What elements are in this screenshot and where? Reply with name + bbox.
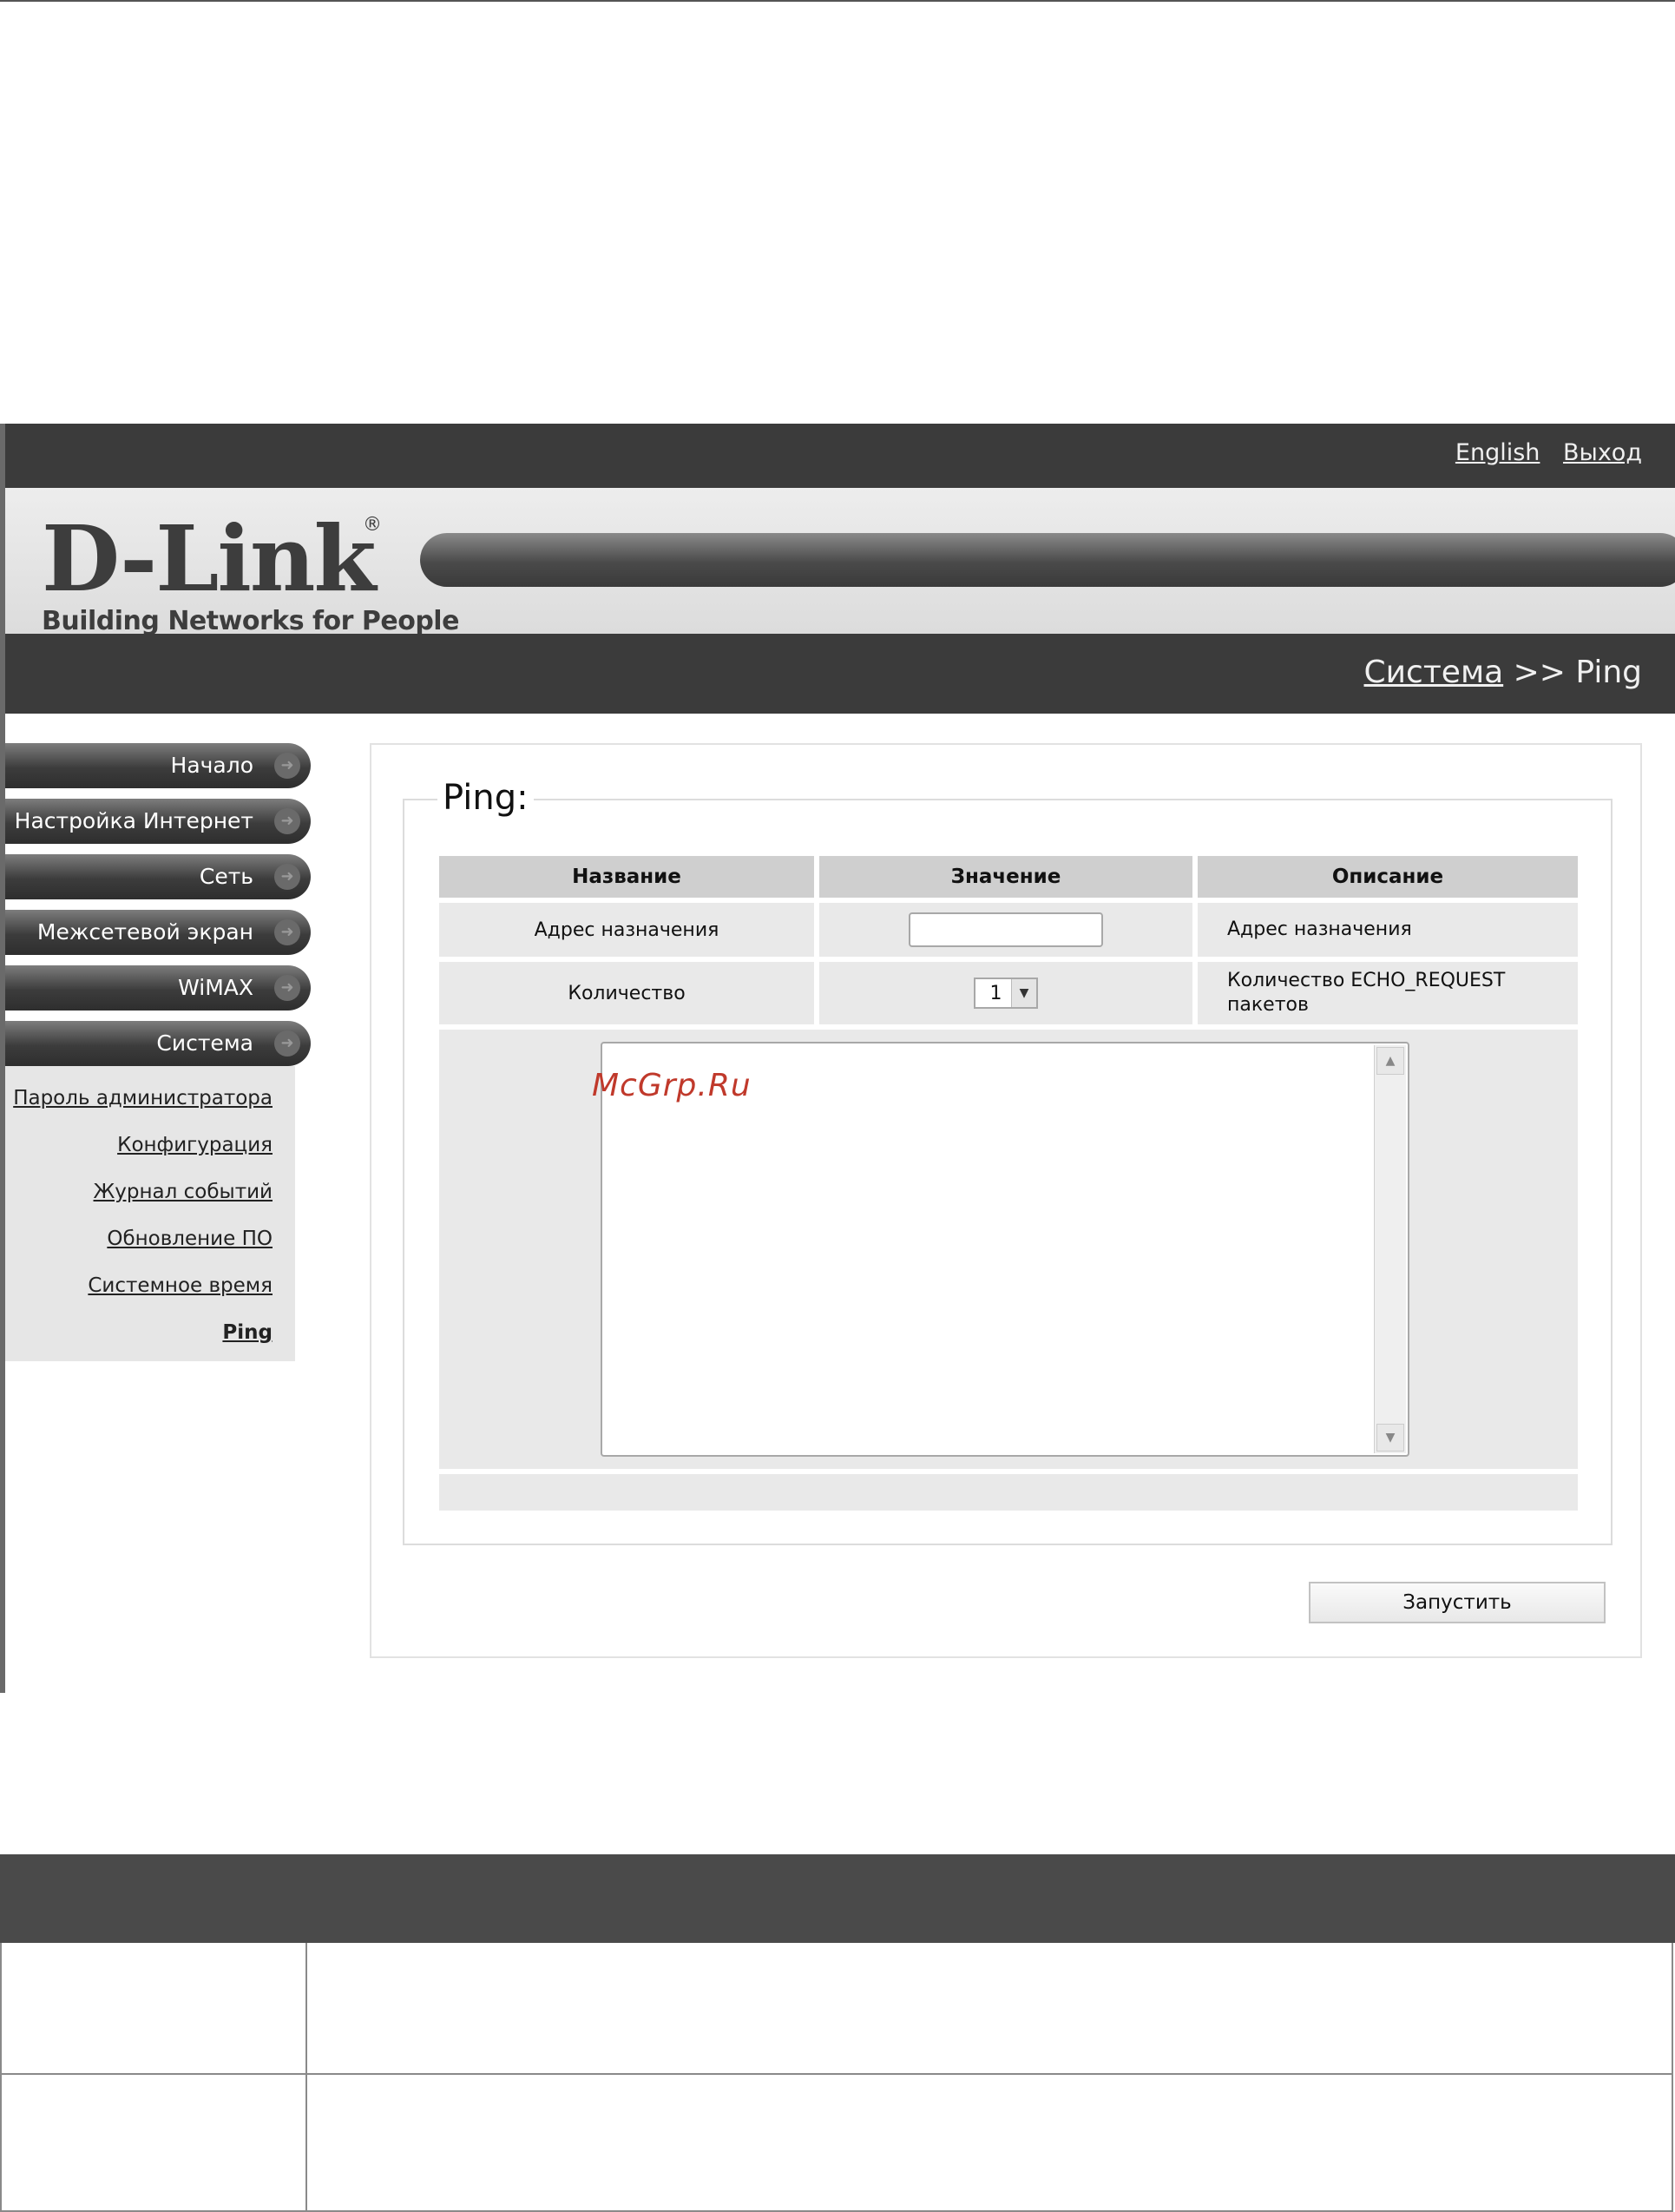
breadcrumb: Система >> Ping xyxy=(1364,655,1643,690)
ping-output-textarea[interactable]: ▲ ▼ xyxy=(601,1042,1409,1457)
submenu-item-event-log[interactable]: Журнал событий xyxy=(5,1169,295,1215)
run-button[interactable]: Запустить xyxy=(1309,1582,1606,1623)
count-select[interactable]: 1 ▼ xyxy=(974,978,1038,1009)
sidebar-item-label: Межсетевой экран xyxy=(36,919,253,945)
count-description: Количество ECHO_REQUEST пакетов xyxy=(1227,970,1506,1016)
destination-description: Адрес назначения xyxy=(1227,918,1412,940)
output-scrollbar[interactable]: ▲ ▼ xyxy=(1374,1045,1406,1453)
destination-address-input[interactable] xyxy=(909,912,1103,947)
document-table-divider xyxy=(305,2075,307,2210)
sidebar-item-wimax[interactable]: WiMAX ➜ xyxy=(5,965,311,1011)
count-select-value: 1 xyxy=(989,982,1002,1004)
status-row xyxy=(439,1474,1578,1511)
sidebar-item-label: Система xyxy=(156,1030,253,1056)
logo-registered-mark: ® xyxy=(363,514,382,536)
submenu-item-system-time[interactable]: Системное время xyxy=(5,1262,295,1309)
breadcrumb-bar: Система >> Ping xyxy=(5,634,1675,714)
arrow-right-icon: ➜ xyxy=(274,975,300,1001)
top-bar: English Выход xyxy=(5,424,1675,488)
row-destination-value xyxy=(819,903,1192,957)
document-table xyxy=(0,1854,1675,2212)
router-screenshot: English Выход D-Link ® Building Networks… xyxy=(0,424,1675,1693)
dlink-logo: D-Link ® Building Networks for People xyxy=(42,505,459,637)
sidebar-item-label: Сеть xyxy=(199,864,253,889)
submenu-item-firmware-update[interactable]: Обновление ПО xyxy=(5,1215,295,1262)
sidebar-item-label: Начало xyxy=(170,753,253,778)
triangle-down-icon[interactable]: ▼ xyxy=(1011,979,1036,1007)
row-destination-name: Адрес назначения xyxy=(439,903,814,957)
column-header-value: Значение xyxy=(819,856,1192,898)
column-header-description: Описание xyxy=(1198,856,1578,898)
row-count-description: Количество ECHO_REQUEST пакетов xyxy=(1198,962,1578,1024)
document-table-row xyxy=(0,2075,1673,2212)
logo-tagline: Building Networks for People xyxy=(42,606,459,636)
arrow-right-icon: ➜ xyxy=(274,753,300,779)
watermark-text: McGrp.Ru xyxy=(592,1068,752,1103)
system-submenu: Пароль администратора Конфигурация Журна… xyxy=(5,1066,295,1361)
row-count-name: Количество xyxy=(439,962,814,1024)
sidebar-item-label: Настройка Интернет xyxy=(14,808,253,833)
sidebar-item-label: WiMAX xyxy=(178,975,253,1000)
breadcrumb-current-page: Ping xyxy=(1575,655,1642,690)
breadcrumb-separator: >> xyxy=(1513,655,1566,690)
logout-link[interactable]: Выход xyxy=(1563,439,1642,466)
row-destination-description: Адрес назначения xyxy=(1198,903,1578,957)
header-decoration-bar xyxy=(420,533,1675,587)
column-header-name: Название xyxy=(439,856,814,898)
sidebar-menu: Начало ➜ Настройка Интернет ➜ Сеть ➜ Меж… xyxy=(5,743,311,1361)
row-count-value: 1 ▼ xyxy=(819,962,1192,1024)
document-table-divider xyxy=(305,1943,307,2073)
content-panel: Ping: Название Значение Описание Адрес н… xyxy=(370,743,1642,1658)
arrow-right-icon: ➜ xyxy=(274,864,300,890)
sidebar-item-network[interactable]: Сеть ➜ xyxy=(5,854,311,899)
arrow-right-icon: ➜ xyxy=(274,1030,300,1057)
submenu-item-admin-password[interactable]: Пароль администратора xyxy=(5,1075,295,1122)
sidebar-item-start[interactable]: Начало ➜ xyxy=(5,743,311,788)
submenu-item-configuration[interactable]: Конфигурация xyxy=(5,1122,295,1169)
logo-wordmark: D-Link xyxy=(42,505,377,612)
sidebar-item-firewall[interactable]: Межсетевой экран ➜ xyxy=(5,910,311,955)
triangle-down-icon[interactable]: ▼ xyxy=(1376,1424,1404,1452)
output-area-row: ▲ ▼ McGrp.Ru xyxy=(439,1030,1578,1469)
ping-fieldset: Ping: Название Значение Описание Адрес н… xyxy=(403,778,1613,1545)
sidebar-item-system[interactable]: Система ➜ xyxy=(5,1021,311,1066)
document-table-header xyxy=(0,1854,1675,1943)
submenu-item-ping[interactable]: Ping xyxy=(5,1309,295,1356)
arrow-right-icon: ➜ xyxy=(274,808,300,834)
count-label: Количество xyxy=(568,982,686,1004)
page-top-rule xyxy=(0,0,1675,2)
document-table-row xyxy=(0,1943,1673,2075)
top-links: English Выход xyxy=(1440,439,1642,466)
form-title: Ping: xyxy=(437,778,534,818)
breadcrumb-section-link[interactable]: Система xyxy=(1364,655,1504,690)
sidebar-item-internet-setup[interactable]: Настройка Интернет ➜ xyxy=(5,799,311,844)
destination-label: Адрес назначения xyxy=(534,918,719,941)
arrow-right-icon: ➜ xyxy=(274,919,300,945)
triangle-up-icon[interactable]: ▲ xyxy=(1376,1047,1404,1075)
language-link[interactable]: English xyxy=(1455,439,1540,466)
